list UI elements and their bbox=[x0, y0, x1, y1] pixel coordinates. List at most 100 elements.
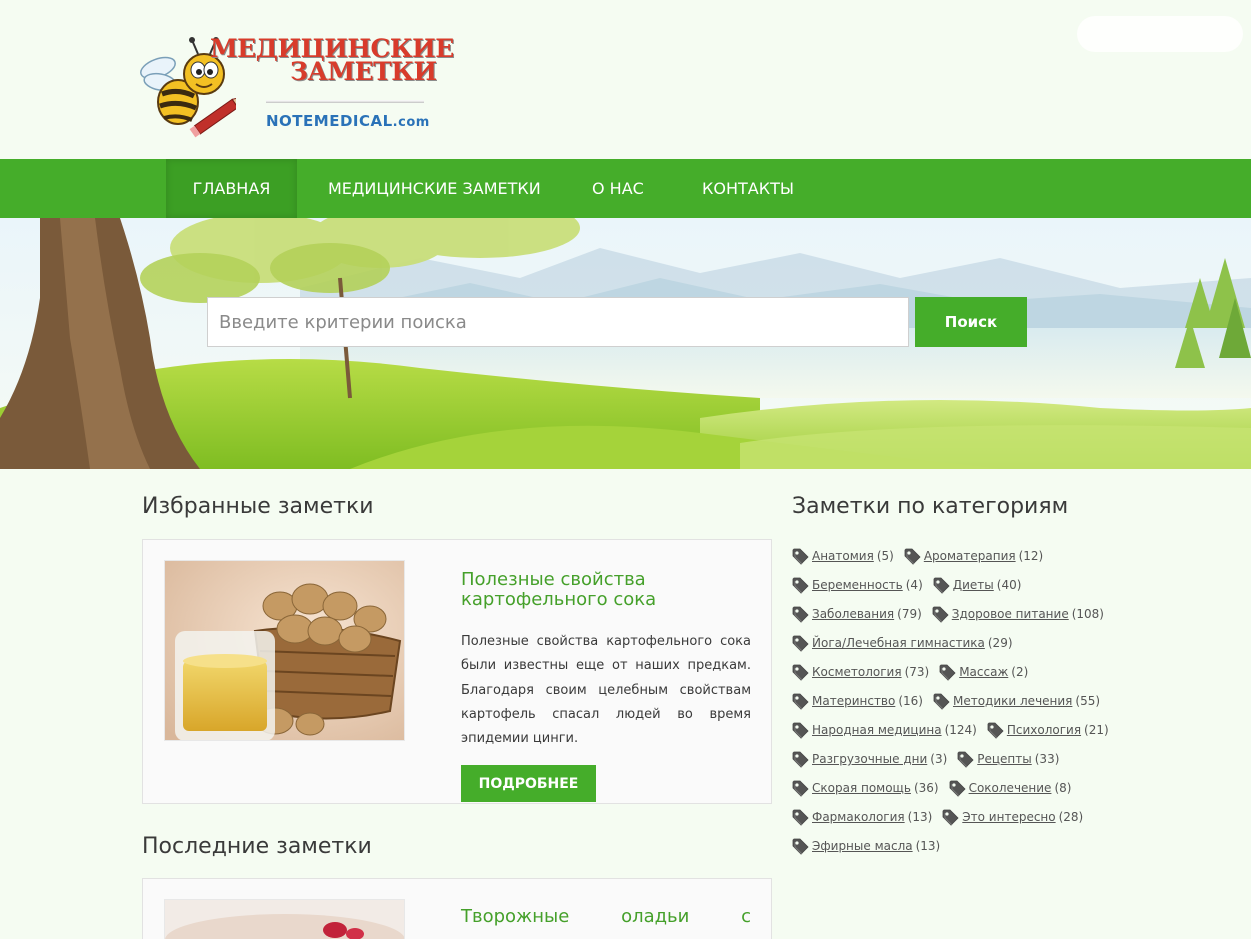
category-row: Беременность (4) Диеты (40) bbox=[792, 575, 1122, 604]
tag-icon bbox=[792, 693, 809, 710]
latest-note-card: Творожные оладьи с bbox=[142, 878, 772, 939]
nav-item-about[interactable]: О НАС bbox=[592, 159, 644, 218]
categories-section-title: Заметки по категориям bbox=[792, 494, 1069, 519]
logo-site-name: NOTEMEDICAL.com bbox=[266, 112, 430, 130]
main-nav: ГЛАВНАЯ МЕДИЦИНСКИЕ ЗАМЕТКИ О НАС КОНТАК… bbox=[0, 159, 1251, 218]
category-link[interactable]: Ароматерапия bbox=[924, 549, 1016, 563]
category-row: Заболевания (79) Здоровое питание (108) bbox=[792, 604, 1122, 633]
category-row: Разгрузочные дни (3) Рецепты (33) bbox=[792, 749, 1122, 778]
category-count: (12) bbox=[1018, 549, 1044, 563]
category-item: Рецепты (33) bbox=[957, 749, 1059, 769]
latest-section-title: Последние заметки bbox=[142, 834, 372, 859]
featured-note-title[interactable]: Полезные свойства картофельного сока bbox=[461, 570, 751, 610]
category-count: (4) bbox=[905, 578, 923, 592]
category-item: Психология (21) bbox=[987, 720, 1109, 740]
tag-icon bbox=[939, 664, 956, 681]
category-link[interactable]: Заболевания bbox=[812, 607, 894, 621]
category-item: Соколечение (8) bbox=[949, 778, 1072, 798]
category-link[interactable]: Народная медицина bbox=[812, 723, 942, 737]
category-item: Эфирные масла (13) bbox=[792, 836, 940, 856]
tag-icon bbox=[987, 722, 1004, 739]
tag-icon bbox=[792, 635, 809, 652]
category-count: (29) bbox=[987, 636, 1013, 650]
category-count: (40) bbox=[996, 578, 1022, 592]
category-link[interactable]: Разгрузочные дни bbox=[812, 752, 927, 766]
category-item: Косметология (73) bbox=[792, 662, 929, 682]
category-item: Диеты (40) bbox=[933, 575, 1022, 595]
tag-icon bbox=[792, 577, 809, 594]
featured-note-excerpt: Полезные свойства картофельного сока был… bbox=[461, 634, 751, 747]
tag-icon bbox=[949, 780, 966, 797]
category-count: (2) bbox=[1011, 665, 1029, 679]
category-row: Косметология (73) Массаж (2) bbox=[792, 662, 1122, 691]
featured-note-card: Полезные свойства картофельного сока Пол… bbox=[142, 539, 772, 804]
category-item: Ароматерапия (12) bbox=[904, 546, 1043, 566]
tag-icon bbox=[792, 548, 809, 565]
logo-divider bbox=[266, 100, 424, 103]
tag-icon bbox=[933, 577, 950, 594]
category-item: Фармакология (13) bbox=[792, 807, 932, 827]
category-link[interactable]: Анатомия bbox=[812, 549, 874, 563]
category-link[interactable]: Массаж bbox=[959, 665, 1008, 679]
category-count: (21) bbox=[1084, 723, 1109, 737]
category-item: Беременность (4) bbox=[792, 575, 923, 595]
category-row: Анатомия (5) Ароматерапия (12) bbox=[792, 546, 1122, 575]
category-link[interactable]: Эфирные масла bbox=[812, 839, 913, 853]
category-link[interactable]: Материнство bbox=[812, 694, 895, 708]
category-link[interactable]: Фармакология bbox=[812, 810, 905, 824]
category-count: (73) bbox=[904, 665, 930, 679]
category-count: (79) bbox=[897, 607, 922, 621]
search-button[interactable]: Поиск bbox=[915, 297, 1027, 347]
category-count: (8) bbox=[1054, 781, 1072, 795]
category-link[interactable]: Методики лечения bbox=[953, 694, 1072, 708]
category-count: (36) bbox=[913, 781, 939, 795]
tag-icon bbox=[792, 606, 809, 623]
category-item: Народная медицина (124) bbox=[792, 720, 977, 740]
category-item: Материнство (16) bbox=[792, 691, 923, 711]
category-link[interactable]: Косметология bbox=[812, 665, 902, 679]
tag-icon bbox=[792, 838, 809, 855]
featured-section-title: Избранные заметки bbox=[142, 494, 374, 519]
logo-site-tld: .com bbox=[392, 115, 430, 130]
category-row: Скорая помощь (36) Соколечение (8) bbox=[792, 778, 1122, 807]
latest-note-image[interactable] bbox=[164, 899, 405, 939]
category-item: Массаж (2) bbox=[939, 662, 1028, 682]
category-link[interactable]: Йога/Лечебная гимнастика bbox=[812, 636, 985, 650]
potato-juice-image[interactable] bbox=[164, 560, 405, 741]
category-item: Заболевания (79) bbox=[792, 604, 922, 624]
tag-icon bbox=[904, 548, 921, 565]
search-input[interactable] bbox=[207, 297, 909, 347]
category-count: (13) bbox=[907, 810, 933, 824]
category-count: (124) bbox=[944, 723, 977, 737]
header-blank-pill bbox=[1077, 16, 1243, 52]
category-link[interactable]: Скорая помощь bbox=[812, 781, 911, 795]
category-list: Анатомия (5) Ароматерапия (12) Беременность(… bbox=[792, 546, 1122, 865]
category-row: Йога/Лечебная гимнастика (29) bbox=[792, 633, 1122, 662]
category-count: (13) bbox=[915, 839, 941, 853]
tag-icon bbox=[792, 751, 809, 768]
potato-juice-illustration bbox=[165, 561, 404, 740]
tag-icon bbox=[933, 693, 950, 710]
category-link[interactable]: Это интересно bbox=[962, 810, 1055, 824]
tag-icon bbox=[792, 664, 809, 681]
category-link[interactable]: Беременность bbox=[812, 578, 903, 592]
category-link[interactable]: Рецепты bbox=[977, 752, 1031, 766]
category-link[interactable]: Здоровое питание bbox=[952, 607, 1069, 621]
category-count: (33) bbox=[1034, 752, 1060, 766]
category-count: (16) bbox=[898, 694, 923, 708]
tag-icon bbox=[942, 809, 959, 826]
latest-note-title[interactable]: Творожные оладьи с bbox=[461, 907, 751, 927]
nav-item-medical-notes[interactable]: МЕДИЦИНСКИЕ ЗАМЕТКИ bbox=[328, 159, 541, 218]
category-link[interactable]: Психология bbox=[1007, 723, 1081, 737]
category-item: Это интересно (28) bbox=[942, 807, 1083, 827]
read-more-button[interactable]: ПОДРОБНЕЕ bbox=[461, 765, 596, 802]
category-count: (108) bbox=[1071, 607, 1104, 621]
nav-item-home[interactable]: ГЛАВНАЯ bbox=[166, 159, 297, 218]
category-link[interactable]: Диеты bbox=[953, 578, 994, 592]
nav-item-contacts[interactable]: КОНТАКТЫ bbox=[702, 159, 794, 218]
category-item: Методики лечения (55) bbox=[933, 691, 1100, 711]
category-item: Здоровое питание (108) bbox=[932, 604, 1104, 624]
category-link[interactable]: Соколечение bbox=[969, 781, 1052, 795]
site-logo[interactable]: МЕДИЦИНСКИЕ ЗАМЕТКИ NOTEMEDICAL.com bbox=[136, 30, 454, 140]
category-item: Анатомия (5) bbox=[792, 546, 894, 566]
